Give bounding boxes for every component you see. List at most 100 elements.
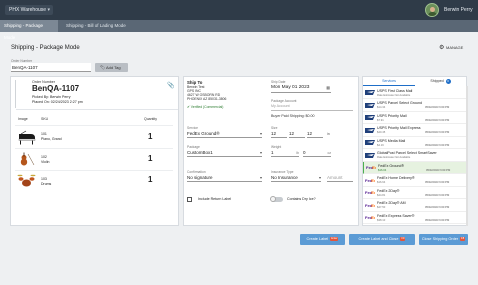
dry-ice-label: Contains Dry Ice? [287,197,316,201]
create-label-button[interactable]: Create Label Enter [300,234,345,245]
service-name: FedEx 2Day® AM [377,201,406,205]
order-number-input[interactable]: BenQA-1107 [11,63,91,72]
usps-logo-icon [365,102,375,109]
toggle-knob [270,196,276,202]
shortcut-badge: F9 [400,237,406,241]
create-label-text: Create Label [306,237,329,241]
list-item: 103 Drums [41,177,51,186]
insurance-type-value: No Insurance [271,175,298,180]
service-name: USPS First Class Mail [377,88,413,93]
size-unit: in [327,132,330,136]
chevron-down-icon: ▾ [259,131,262,136]
service-option[interactable]: USPS Parcel Select Ground $14.34 05/02/202… [363,100,466,112]
size-height-input[interactable]: 12 [307,131,323,138]
picked-by: Picked By: Berwin Perry [32,95,71,99]
address-verified-status: ✔ Verified (Commercial) [187,105,223,109]
svg-text:Ex: Ex [372,165,376,170]
package-label: Package [187,145,200,149]
calendar-icon: ▦ [326,85,330,90]
fedex-logo-icon: Fed Ex [365,214,377,221]
insurance-amount-input[interactable]: Amount [327,175,353,182]
create-label-and-close-button[interactable]: Create Label and Close F9 [349,234,415,245]
size-length-input[interactable]: 12 [271,131,287,138]
confirmation-select[interactable]: No signature ▾ [187,175,262,182]
insurance-type-label: Insurance Type [271,170,294,174]
service-option[interactable]: USPS Priority Mail Express $40.45 05/02/20… [363,125,466,137]
size-label: Size [271,126,278,130]
mode-tab-bar: Shipping - Package Mode Shipping - Bill … [0,20,478,40]
chevron-down-icon: ▾ [47,7,50,13]
service-delivery-date: 05/02/2023 6:00 PM [425,206,450,209]
tab-shipped[interactable]: Shipped 0 [415,77,466,86]
chevron-down-icon: ▾ [259,175,262,180]
service-delivery-date: 05/02/2023 6:00 PM [425,181,450,184]
close-order-text: Close Shipping Order [421,237,459,241]
add-tag-button[interactable]: 🏷 Add Tag [95,63,128,72]
service-name: FedEx 2Day® [377,188,400,193]
chevron-down-icon: ▾ [318,175,321,180]
service-delivery-date: 05/02/2023 6:00 PM [426,168,451,172]
drums-image [17,174,36,187]
user-name[interactable]: Berwin Perry [444,7,473,13]
close-shipping-order-button[interactable]: Close Shipping Order F8 [419,234,468,245]
service-option[interactable]: Fed Ex FedEx Ground® $16.04 05/02/2023 6:00 … [363,162,466,174]
include-return-label-text: Include Return Label [198,197,232,201]
service-rate: $47.50 [377,206,386,209]
service-option[interactable]: USPS First Class Mail Rate Estimate Not A… [363,87,466,99]
service-option[interactable]: Fed Ex FedEx 2Day® $44.81 05/02/2023 6:00 PM [363,187,466,199]
divider [15,148,173,149]
service-name: USPS Media Mail [377,138,406,143]
manage-button[interactable]: MANAGE [446,45,463,50]
include-return-label-checkbox[interactable] [187,197,192,202]
buyer-paid-shipping: Buyer Paid Shipping: $0.00 [271,114,315,118]
service-rate: $16.04 [378,168,387,172]
tab-services[interactable]: Services [363,77,415,86]
ship-date-input[interactable]: Mon May 01 2023 ▦ [271,85,331,93]
service-option[interactable]: Fed Ex FedEx 2Day® AM $47.50 05/02/2023 6:00… [363,200,466,212]
list-item: 102 Violin [41,155,50,164]
weight-oz-input[interactable]: 0 oz [303,150,331,157]
size-width-input[interactable]: 12 [289,131,305,138]
avatar[interactable] [425,3,439,17]
page-title: Shipping - Package Mode [11,45,80,51]
add-tag-label: Add Tag [105,65,121,70]
warehouse-select[interactable]: PHX Warehouse ▾ [5,5,53,15]
warehouse-label: PHX Warehouse [9,7,47,13]
gear-icon[interactable]: ⚙ [439,44,444,51]
service-delivery-date: 05/02/2023 6:00 PM [425,106,450,109]
service-delivery-date: 05/02/2023 6:00 PM [425,218,450,222]
shipped-count-badge: 0 [445,79,451,84]
service-option[interactable]: Fed Ex FedEx Express Saver® $38.10 05/02/202… [363,212,466,224]
svg-text:Ex: Ex [371,178,375,183]
package-select[interactable]: CustomBox1 ▾ [187,150,262,157]
service-select[interactable]: FedEx Ground® ▾ [187,131,262,138]
create-close-text: Create Label and Close [358,237,399,241]
scrollbar[interactable] [466,86,468,226]
grand-piano-image [18,130,36,145]
column-header-quantity: Quantity [144,117,158,121]
shortcut-badge: F8 [460,237,466,241]
tab-bill-of-lading-mode[interactable]: Shipping - Bill of Lading Mode [62,20,132,32]
tab-package-mode[interactable]: Shipping - Package Mode [0,20,58,40]
weight-lb-input[interactable]: 1 lb [271,150,299,157]
service-rate: $14.34 [377,106,386,109]
service-option[interactable]: USPS Media Mail $4.16 05/02/2023 6:00 PM [363,137,466,149]
divider [15,125,173,126]
service-value: FedEx Ground® [187,131,220,136]
package-account-label: Package Account [271,99,297,103]
column-header-image: Image [18,117,28,121]
usps-logo-icon [365,89,375,96]
service-option[interactable]: GlobalPost Parcel Select SmartSaver Rate … [363,150,466,162]
service-option[interactable]: Fed Ex FedEx Home Delivery® $16.64 05/02/202… [363,175,466,187]
address-line: PHOENIX AZ 85031-3806 [187,97,227,101]
weight-label: Weight [271,145,282,149]
weight-oz-value: 0 [303,150,306,155]
package-account-select[interactable]: My Account [271,104,353,111]
service-option[interactable]: USPS Priority Mail $7.91 05/02/2023 6:00 P… [363,112,466,124]
check-circle-icon: ✔ [187,105,190,109]
insurance-type-select[interactable]: No Insurance ▾ [271,175,321,182]
package-value: CustomBox1 [187,150,213,155]
paperclip-icon[interactable]: 📎 [167,82,174,89]
service-label: Service [187,126,198,130]
usps-logo-icon [365,152,375,159]
